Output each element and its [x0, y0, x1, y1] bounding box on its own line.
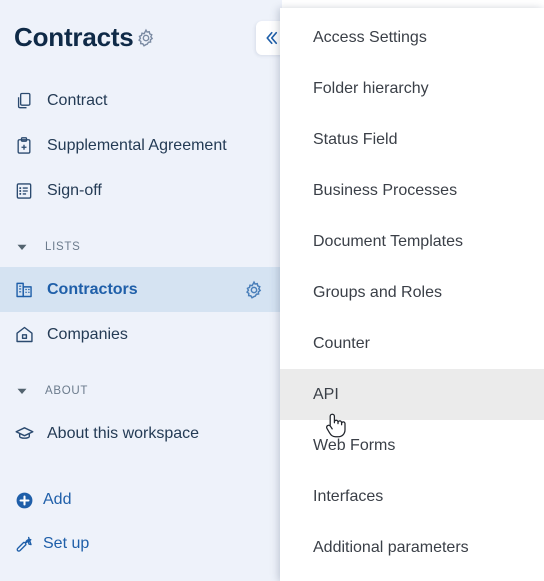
add-button[interactable]: Add	[0, 478, 282, 522]
menu-item-web-forms[interactable]: Web Forms	[280, 420, 544, 471]
menu-item-groups-and-roles[interactable]: Groups and Roles	[280, 267, 544, 318]
building-icon	[13, 279, 35, 301]
graduation-cap-icon	[13, 423, 35, 445]
menu-item-api[interactable]: API	[280, 369, 544, 420]
sidebar-item-label: Companies	[47, 325, 128, 343]
menu-item-business-processes[interactable]: Business Processes	[280, 165, 544, 216]
sidebar-item-companies[interactable]: Companies	[0, 312, 282, 357]
sidebar-item-label: About this workspace	[47, 424, 200, 442]
wrench-icon	[14, 534, 35, 555]
sidebar-group-label: LISTS	[45, 241, 81, 253]
set-up-button[interactable]: Set up	[0, 522, 282, 566]
sidebar-header: Contracts	[0, 0, 286, 78]
add-label: Add	[43, 491, 72, 508]
menu-item-additional-parameters[interactable]: Additional parameters	[280, 522, 544, 573]
sidebar-item-label: Contract	[47, 91, 108, 109]
sidebar-item-contract[interactable]: Contract	[0, 78, 282, 123]
sidebar-group-lists[interactable]: LISTS	[0, 227, 282, 267]
sidebar-item-contractors[interactable]: Contractors	[0, 267, 282, 312]
gear-icon[interactable]	[136, 28, 156, 48]
sidebar: Contracts Contract Supplemental Agreemen…	[0, 0, 286, 581]
app-root: Contracts Contract Supplemental Agreemen…	[0, 0, 544, 581]
menu-item-label: API	[313, 385, 339, 403]
sidebar-item-label: Supplemental Agreement	[47, 136, 227, 154]
sidebar-group-label: ABOUT	[45, 385, 89, 397]
sidebar-item-label: Sign-off	[47, 181, 102, 199]
sidebar-item-about-this-workspace[interactable]: About this workspace	[0, 411, 282, 456]
sidebar-item-sign-off[interactable]: Sign-off	[0, 168, 282, 213]
menu-item-access-settings[interactable]: Access Settings	[280, 12, 544, 63]
menu-item-document-templates[interactable]: Document Templates	[280, 216, 544, 267]
menu-item-folder-hierarchy[interactable]: Folder hierarchy	[280, 63, 544, 114]
caret-down-icon	[13, 382, 31, 400]
menu-item-label: Web Forms	[313, 436, 396, 454]
menu-item-interfaces[interactable]: Interfaces	[280, 471, 544, 522]
sidebar-item-label: Contractors	[47, 280, 138, 298]
clipboard-plus-icon	[13, 135, 35, 157]
checklist-icon	[13, 180, 35, 202]
menu-item-label: Document Templates	[313, 232, 463, 250]
menu-item-label: Interfaces	[313, 487, 384, 505]
caret-down-icon	[13, 238, 31, 256]
menu-item-label: Status Field	[313, 130, 398, 148]
menu-item-label: Access Settings	[313, 28, 427, 46]
menu-item-label: Additional parameters	[313, 538, 469, 556]
sidebar-group-about[interactable]: ABOUT	[0, 371, 282, 411]
menu-item-label: Business Processes	[313, 181, 458, 199]
menu-item-status-field[interactable]: Status Field	[280, 114, 544, 165]
plus-circle-icon	[14, 490, 35, 511]
set-up-label: Set up	[43, 535, 90, 552]
menu-item-counter[interactable]: Counter	[280, 318, 544, 369]
menu-item-label: Folder hierarchy	[313, 79, 429, 97]
copy-documents-icon	[13, 90, 35, 112]
menu-item-label: Counter	[313, 334, 370, 352]
double-chevron-left-icon	[266, 31, 278, 45]
settings-menu-list: Access Settings Folder hierarchy Status …	[280, 8, 544, 573]
gear-icon[interactable]	[244, 280, 264, 300]
sidebar-item-supplemental-agreement[interactable]: Supplemental Agreement	[0, 123, 282, 168]
house-icon	[13, 324, 35, 346]
menu-item-label: Groups and Roles	[313, 283, 442, 301]
settings-dropdown-panel: Access Settings Folder hierarchy Status …	[280, 8, 544, 581]
page-title: Contracts	[14, 22, 134, 52]
